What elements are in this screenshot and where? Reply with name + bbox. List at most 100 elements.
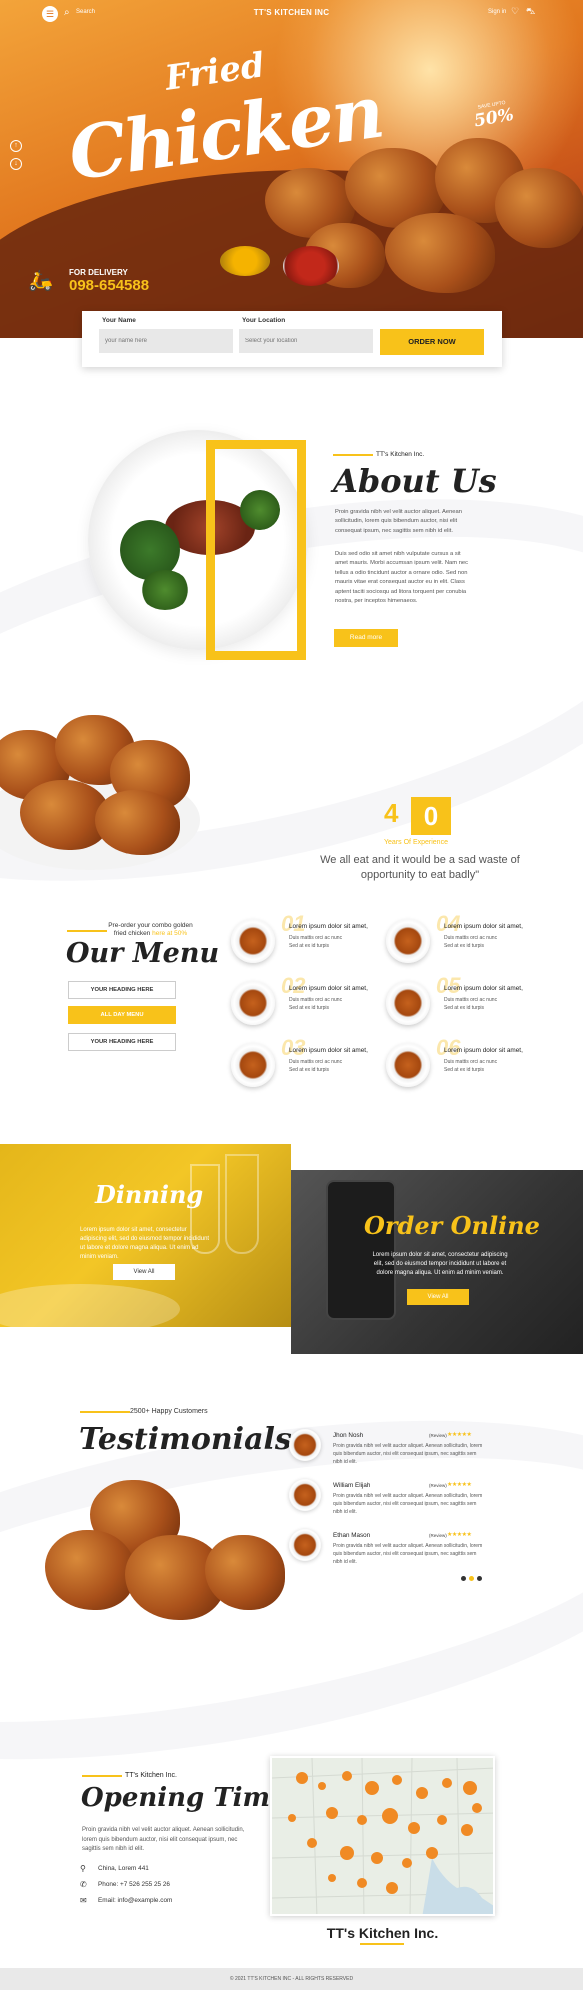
testimonial-text: Proin gravida nibh vel velit auctor aliq… xyxy=(333,1543,483,1565)
menu-item-desc: Duis mattis orci ac nunc Sed at ex id tur… xyxy=(289,1058,389,1074)
contact-phone[interactable]: Phone: +7 526 255 25 26 xyxy=(98,1881,170,1888)
contact-address: China, Lorem 441 xyxy=(98,1865,149,1872)
menu-item-desc-1: Duis mattis orci ac nunc xyxy=(289,997,343,1003)
testimonial: William Elijah (Review) ★★★★★ Proin grav… xyxy=(289,1479,489,1523)
arrow-down-icon[interactable]: ↓ xyxy=(10,158,22,170)
cart-icon[interactable]: ⛍ xyxy=(526,6,535,18)
opening-title: Opening Time xyxy=(81,1783,287,1813)
dinning-title: Dinning xyxy=(95,1180,204,1209)
star-rating-icon: ★★★★★ xyxy=(447,1432,472,1438)
read-more-button[interactable]: Read more xyxy=(334,629,398,647)
menu-tab-1[interactable]: YOUR HEADING HERE xyxy=(68,981,176,999)
experience-digit-1: 4 xyxy=(384,798,399,828)
delivery-label: FOR DELIVERY xyxy=(69,268,128,277)
email-icon: ✉ xyxy=(80,1896,87,1905)
menu-item[interactable]: 06 Lorem ipsum dolor sit amet, Duis matt… xyxy=(386,1035,536,1099)
name-label: Your Name xyxy=(102,317,136,324)
menu-item-desc-1: Duis mattis orci ac nunc xyxy=(444,997,498,1003)
menu-item-desc: Duis mattis orci ac nunc Sed at ex id tur… xyxy=(289,934,389,950)
menu-item-image xyxy=(231,981,275,1025)
menu-title: Our Menu xyxy=(66,938,220,969)
menu-item-image xyxy=(386,919,430,963)
avatar xyxy=(289,1429,321,1461)
menu-item-image xyxy=(386,1043,430,1087)
footer: © 2021 TT'S KITCHEN INC - ALL RIGHTS RES… xyxy=(0,1968,583,1990)
menu-item-image xyxy=(231,1043,275,1087)
experience-digit-2: 0 xyxy=(411,797,451,835)
fried-chicken-image xyxy=(205,128,583,298)
delivery-phone[interactable]: 098-654588 xyxy=(69,277,149,294)
menu-item-desc-1: Duis mattis orci ac nunc xyxy=(444,1059,498,1065)
carousel-dot[interactable] xyxy=(461,1576,466,1581)
contact-email[interactable]: Email: info@example.com xyxy=(98,1897,172,1904)
location-pin-icon: ⚲ xyxy=(80,1864,86,1873)
menu-item[interactable]: 03 Lorem ipsum dolor sit amet, Duis matt… xyxy=(231,1035,381,1099)
menu-item-desc: Duis mattis orci ac nunc Sed at ex id tur… xyxy=(289,996,389,1012)
testimonial-name: William Elijah xyxy=(333,1482,371,1489)
phone-icon: ✆ xyxy=(80,1880,87,1889)
order-online-title: Order Online xyxy=(364,1211,540,1240)
name-input[interactable] xyxy=(99,329,233,353)
about-paragraph-1: Proin gravida nibh vel velit auctor aliq… xyxy=(335,509,462,534)
menu-item-desc: Duis mattis orci ac nunc Sed at ex id tur… xyxy=(444,1058,544,1074)
testimonial-text: Proin gravida nibh vel velit auctor aliq… xyxy=(333,1443,483,1465)
location-map[interactable] xyxy=(270,1756,495,1916)
menu-item-title: Lorem ipsum dolor sit amet, xyxy=(444,923,523,930)
menu-item[interactable]: 01 Lorem ipsum dolor sit amet, Duis matt… xyxy=(231,911,381,975)
accent-line xyxy=(67,930,107,932)
experience-label: Years Of Experience xyxy=(384,839,448,846)
menu-pre-link[interactable]: here at 50% xyxy=(152,930,187,937)
map-brand: TT's Kitchen Inc. xyxy=(326,1925,439,1941)
menu-item-desc-2: Sed at ex id turpis xyxy=(444,1005,485,1011)
testimonial: Ethan Mason (Review) ★★★★★ Proin gravida… xyxy=(289,1529,489,1573)
location-label: Your Location xyxy=(242,317,286,324)
order-now-button[interactable]: ORDER NOW xyxy=(380,329,484,355)
menu-item-desc-2: Sed at ex id turpis xyxy=(289,1005,330,1011)
opening-text: Proin gravida nibh vel velit auctor aliq… xyxy=(82,1827,245,1852)
arrow-up-icon[interactable]: ↑ xyxy=(10,140,22,152)
menu-item-desc-1: Duis mattis orci ac nunc xyxy=(444,935,498,941)
menu-item-title: Lorem ipsum dolor sit amet, xyxy=(289,1047,368,1054)
menu-item[interactable]: 02 Lorem ipsum dolor sit amet, Duis matt… xyxy=(231,973,381,1037)
menu-item-title: Lorem ipsum dolor sit amet, xyxy=(289,985,368,992)
avatar xyxy=(289,1529,321,1561)
carousel-dot[interactable] xyxy=(477,1576,482,1581)
testimonial-review-label: (Review) xyxy=(429,1433,447,1438)
accent-line xyxy=(82,1775,122,1777)
testimonial-review-label: (Review) xyxy=(429,1533,447,1538)
menu-item[interactable]: 04 Lorem ipsum dolor sit amet, Duis matt… xyxy=(386,911,536,975)
about-paragraph-2: Duis sed odio sit amet nibh vulputate cu… xyxy=(335,551,469,605)
accent-line xyxy=(80,1411,130,1413)
testimonials-title: Testimonials xyxy=(79,1422,292,1457)
avatar xyxy=(289,1479,321,1511)
menu-item[interactable]: 05 Lorem ipsum dolor sit amet, Duis matt… xyxy=(386,973,536,1037)
testimonial-text: Proin gravida nibh vel velit auctor aliq… xyxy=(333,1493,483,1515)
menu-pre-text: Pre-order your combo golden fried chicke… xyxy=(108,922,193,938)
fried-chicken-image xyxy=(40,1475,290,1625)
fried-chicken-plate-image xyxy=(0,710,200,870)
menu-item-title: Lorem ipsum dolor sit amet, xyxy=(444,1047,523,1054)
heart-icon[interactable]: ♡ xyxy=(511,6,519,17)
dinning-view-all-button[interactable]: View All xyxy=(113,1264,175,1280)
testimonial-name: Jhon Nosh xyxy=(333,1432,364,1439)
accent-line xyxy=(360,1943,404,1945)
top-nav: ☰ ⌕ Search TT'S KITCHEN INC Sign in ♡ ⛍ xyxy=(0,0,583,26)
yellow-frame xyxy=(206,440,306,660)
scooter-icon: 🛵 xyxy=(28,270,53,292)
location-select[interactable] xyxy=(239,329,373,353)
star-rating-icon: ★★★★★ xyxy=(447,1482,472,1488)
menu-item-desc-2: Sed at ex id turpis xyxy=(289,1067,330,1073)
menu-item-desc-2: Sed at ex id turpis xyxy=(444,1067,485,1073)
menu-item-desc: Duis mattis orci ac nunc Sed at ex id tur… xyxy=(444,996,544,1012)
menu-tab-3[interactable]: YOUR HEADING HERE xyxy=(68,1033,176,1051)
testimonial-review-label: (Review) xyxy=(429,1483,447,1488)
testimonials-pre: 2500+ Happy Customers xyxy=(130,1408,208,1415)
sign-in-link[interactable]: Sign in xyxy=(488,9,506,15)
order-online-text: Lorem ipsum dolor sit amet, consectetur … xyxy=(372,1252,508,1276)
carousel-dot-active[interactable] xyxy=(469,1576,474,1581)
menu-tab-all-day[interactable]: ALL DAY MENU xyxy=(68,1006,176,1024)
menu-item-title: Lorem ipsum dolor sit amet, xyxy=(289,923,368,930)
menu-item-desc-2: Sed at ex id turpis xyxy=(444,943,485,949)
order-online-view-all-button[interactable]: View All xyxy=(407,1289,469,1305)
testimonial-name: Ethan Mason xyxy=(333,1532,371,1539)
